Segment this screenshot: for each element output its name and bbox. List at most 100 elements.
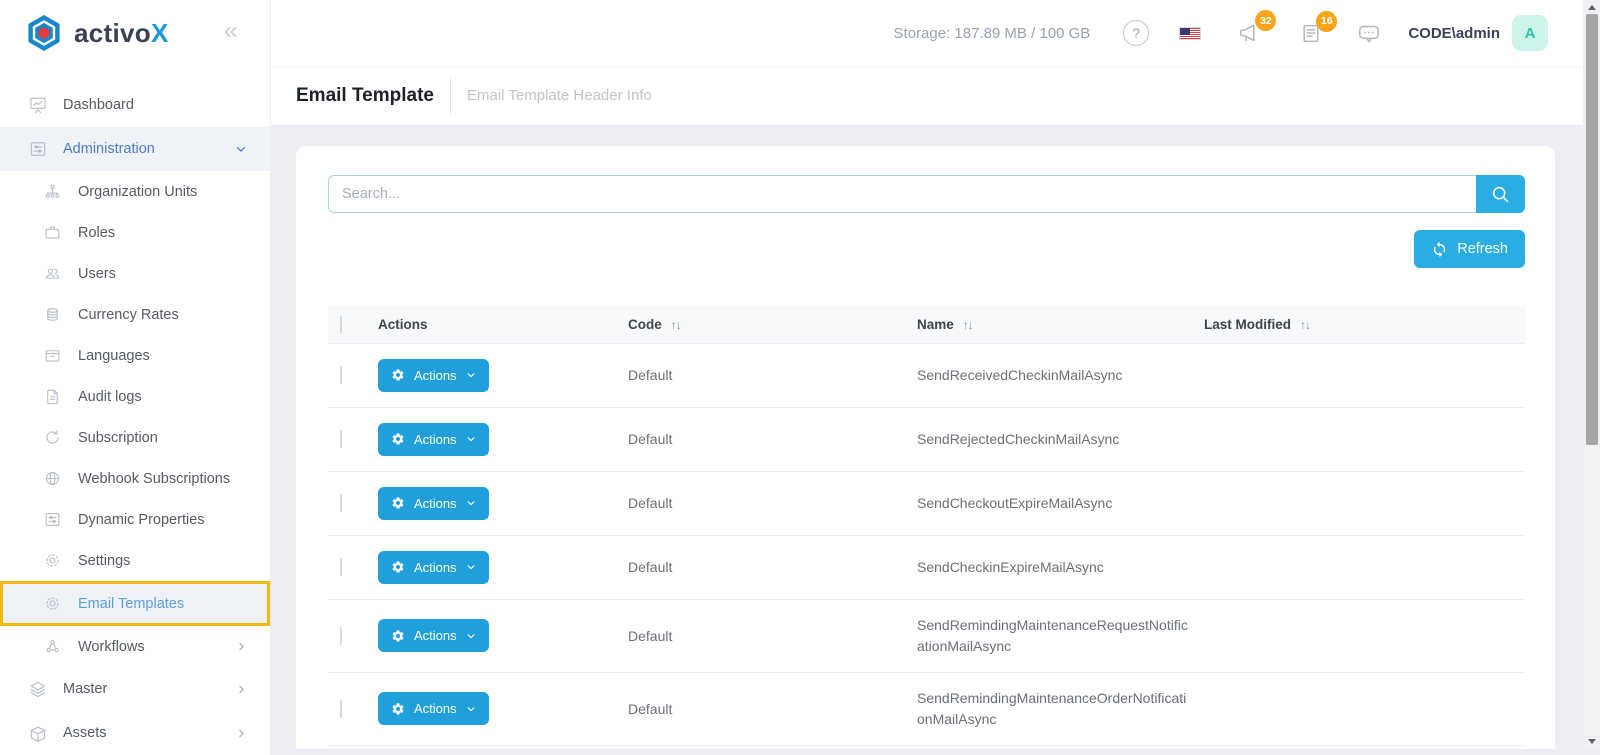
sidebar-item-label: Users [78,265,116,282]
scrollbar-down-arrow-icon[interactable] [1587,739,1596,744]
sidebar: activoX Dashboard Administration Organiz… [0,0,270,755]
row-checkbox[interactable] [340,558,342,576]
sidebar-item-label: Audit logs [78,388,142,405]
row-actions-button[interactable]: Actions [378,486,489,520]
chat-button[interactable] [1356,20,1382,46]
actions-button-label: Actions [414,701,457,716]
sidebar-item-dashboard[interactable]: Dashboard [0,83,270,127]
subscription-icon [43,428,63,448]
sidebar-item-label: Email Templates [78,595,185,612]
sort-icon: ↑↓ [962,317,974,332]
sidebar-item-languages[interactable]: Languages [0,335,270,376]
email-templates-card: Refresh Actions Code↑↓ Name↑↓ Last Modif… [296,146,1555,749]
chat-icon [1356,20,1382,46]
actions-button-label: Actions [414,495,457,511]
sidebar-collapse-icon[interactable] [220,22,240,42]
sidebar-item-subscription[interactable]: Subscription [0,417,270,458]
last-modified-cell [1204,471,1525,535]
row-checkbox[interactable] [340,699,342,718]
documents-button[interactable]: 16 [1299,10,1338,46]
sidebar-item-roles[interactable]: Roles [0,212,270,253]
name-cell: SendReceivedCheckinMailAsync [917,366,1123,383]
actions-button-label: Actions [414,628,457,643]
search-input[interactable] [328,175,1476,213]
title-divider [449,77,451,114]
last-modified-cell [1204,672,1525,745]
sidebar-item-label: Webhook Subscriptions [78,470,231,487]
sidebar-item-label: Organization Units [78,183,198,200]
row-checkbox[interactable] [340,494,342,512]
scrollbar-thumb[interactable] [1585,14,1598,445]
settings-gear-icon [43,551,63,571]
code-cell: Default [628,559,673,575]
row-actions-button[interactable]: Actions [378,619,489,652]
sidebar-item-master[interactable]: Master [0,667,270,711]
table-row: Actions Default SendCheckoutExpireMailAs… [328,471,1525,535]
column-header-last-modified[interactable]: Last Modified ↑↓ [1204,306,1525,343]
sidebar-item-audit-logs[interactable]: Audit logs [0,376,270,417]
sidebar-item-label: Dashboard [63,97,134,113]
name-cell: SendCheckinExpireMailAsync [917,558,1104,575]
actions-button-label: Actions [414,559,457,575]
code-cell: Default [628,700,673,717]
chevron-down-icon [466,704,476,714]
sidebar-item-administration[interactable]: Administration [0,127,270,171]
row-checkbox[interactable] [340,626,342,645]
chevron-down-icon [466,370,476,380]
brand-name: activoX [74,17,169,48]
sidebar-item-label: Master [63,681,108,697]
sidebar-item-assets[interactable]: Assets [0,711,270,755]
dynamic-properties-icon [43,510,63,530]
last-modified-cell [1204,407,1525,471]
documents-badge: 16 [1316,10,1338,32]
announcements-badge: 32 [1255,10,1277,31]
us-flag-icon [1179,26,1202,40]
sidebar-item-dynamic-properties[interactable]: Dynamic Properties [0,499,270,540]
column-header-code[interactable]: Code ↑↓ [628,306,917,343]
content-area: Refresh Actions Code↑↓ Name↑↓ Last Modif… [270,125,1583,749]
announcements-button[interactable]: 32 [1237,10,1277,46]
row-actions-button[interactable]: Actions [378,358,489,392]
refresh-button[interactable]: Refresh [1414,230,1525,268]
sidebar-item-workflows[interactable]: Workflows [0,626,270,667]
refresh-icon [1431,241,1448,258]
chevron-down-icon [466,631,476,641]
user-avatar[interactable]: A [1512,15,1548,51]
storage-usage-label: Storage: 187.89 MB / 100 GB [893,24,1091,42]
brand-hexagon-logo-icon [24,13,64,53]
chevron-down-icon [466,562,476,572]
row-actions-button[interactable]: Actions [378,422,489,456]
row-actions-button[interactable]: Actions [378,692,489,725]
chevron-down-icon [234,142,248,156]
select-all-checkbox[interactable] [340,315,342,333]
language-selector[interactable] [1179,26,1202,40]
row-checkbox[interactable] [340,366,342,384]
current-user-label[interactable]: CODE\admin [1408,25,1500,42]
last-modified-cell [1204,599,1525,672]
column-header-name[interactable]: Name ↑↓ [917,306,1204,343]
email-templates-table: Actions Code ↑↓ Name ↑↓ Last Modified ↑↓ Ac… [328,306,1525,746]
workflows-icon [43,637,63,657]
row-actions-button[interactable]: Actions [378,550,489,584]
sidebar-item-settings[interactable]: Settings [0,540,270,581]
vertical-scrollbar[interactable] [1583,0,1600,749]
gear-icon [391,629,405,643]
help-button[interactable]: ? [1123,20,1150,46]
row-checkbox[interactable] [340,430,342,448]
email-templates-gear-icon [43,594,63,614]
scrollbar-up-arrow-icon[interactable] [1587,5,1596,10]
chevron-right-icon [235,683,248,696]
search-button[interactable] [1476,175,1525,213]
table-header-row: Actions Code ↑↓ Name ↑↓ Last Modified ↑↓ [328,306,1525,343]
sidebar-item-organization-units[interactable]: Organization Units [0,171,270,212]
sidebar-item-users[interactable]: Users [0,253,270,294]
dashboard-icon [28,95,48,115]
sort-icon: ↑↓ [1300,317,1311,332]
sidebar-item-currency-rates[interactable]: Currency Rates [0,294,270,335]
actions-button-label: Actions [414,431,457,447]
sidebar-item-email-templates[interactable]: Email Templates [0,581,270,626]
refresh-row: Refresh [328,230,1525,268]
refresh-button-label: Refresh [1457,241,1508,257]
sidebar-item-webhook-subscriptions[interactable]: Webhook Subscriptions [0,458,270,499]
chevron-right-icon [235,727,248,740]
